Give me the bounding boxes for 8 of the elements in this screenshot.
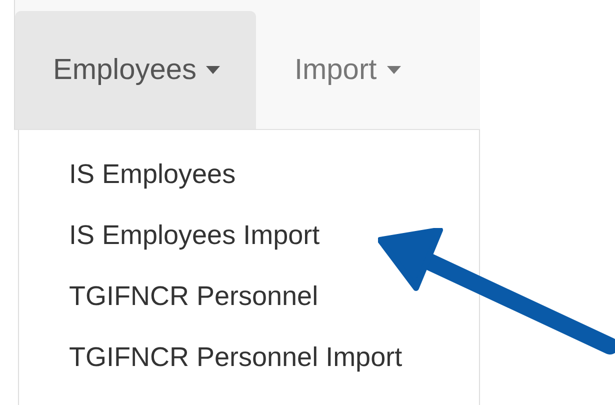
caret-icon (386, 66, 401, 74)
menu-item[interactable]: IS Employees (19, 144, 479, 205)
caret-icon (206, 66, 220, 74)
nav-tab[interactable]: Employees (15, 11, 256, 129)
menu-item[interactable]: TGIFNCR Personnel Import (19, 327, 479, 388)
nav-tab[interactable]: Import (256, 11, 437, 129)
menu-item[interactable]: TGIFNCR Personnel (19, 266, 479, 327)
menu-item[interactable]: IS Employees Import (19, 205, 479, 266)
